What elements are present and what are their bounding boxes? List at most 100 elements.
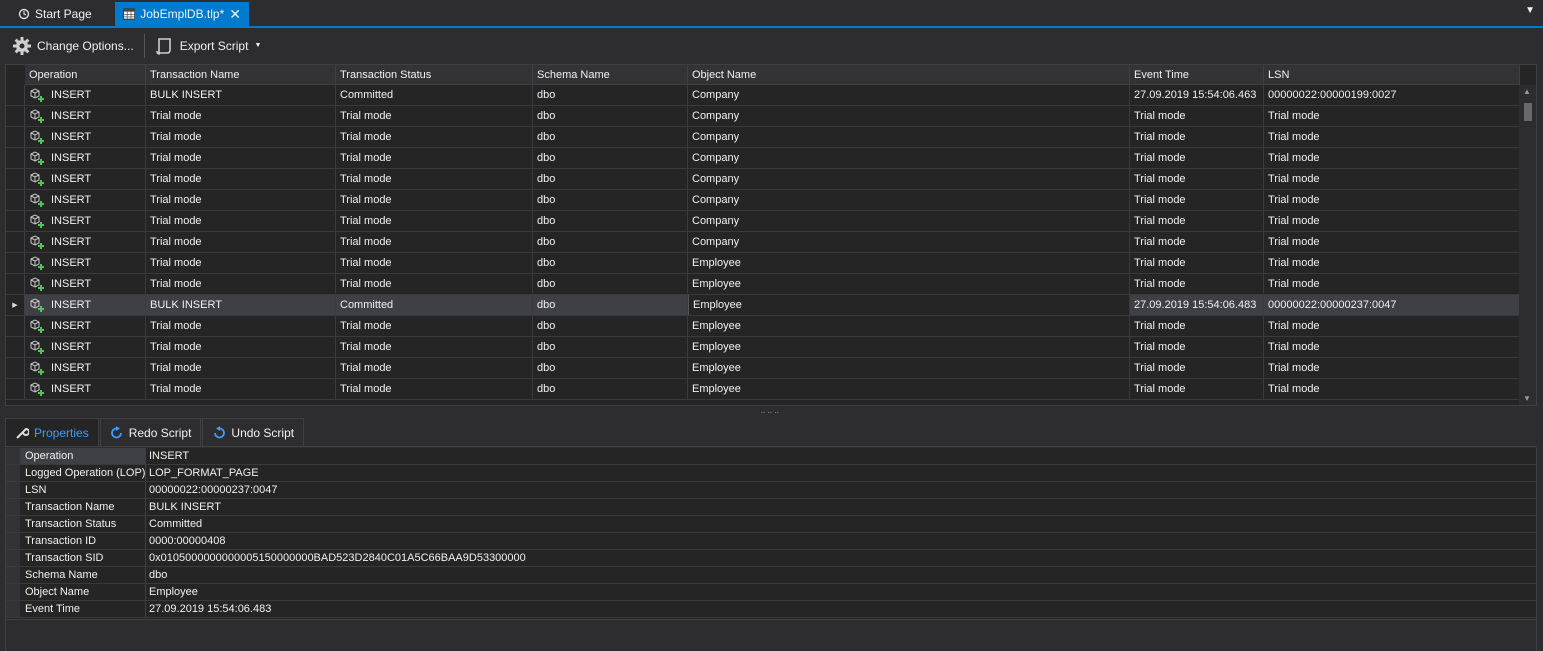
- property-row[interactable]: Transaction Status Committed: [6, 516, 1536, 533]
- cell-schema-name[interactable]: dbo: [533, 169, 688, 189]
- cell-operation[interactable]: INSERT: [25, 169, 146, 189]
- cell-object-name[interactable]: Company: [688, 169, 1130, 189]
- cell-lsn[interactable]: Trial mode: [1264, 358, 1520, 378]
- export-script-button[interactable]: Export Script ▼: [149, 32, 268, 60]
- tab-undo-script[interactable]: Undo Script: [202, 418, 305, 447]
- cell-object-name[interactable]: Employee: [688, 358, 1130, 378]
- table-row[interactable]: ▶ INSERT BULK INSERT Committed dbo Employee 27…: [6, 295, 1520, 316]
- table-row[interactable]: INSERT Trial mode Trial mode dbo Employee Tri…: [6, 358, 1520, 379]
- cell-lsn[interactable]: Trial mode: [1264, 169, 1520, 189]
- cell-event-time[interactable]: 27.09.2019 15:54:06.463: [1130, 85, 1264, 105]
- cell-transaction-name[interactable]: Trial mode: [146, 211, 336, 231]
- cell-event-time[interactable]: 27.09.2019 15:54:06.483: [1130, 295, 1264, 315]
- cell-transaction-status[interactable]: Trial mode: [336, 253, 533, 273]
- cell-transaction-name[interactable]: Trial mode: [146, 379, 336, 399]
- cell-transaction-name[interactable]: Trial mode: [146, 106, 336, 126]
- cell-event-time[interactable]: Trial mode: [1130, 148, 1264, 168]
- cell-transaction-status[interactable]: Trial mode: [336, 337, 533, 357]
- cell-lsn[interactable]: 00000022:00000199:0027: [1264, 85, 1520, 105]
- cell-schema-name[interactable]: dbo: [533, 358, 688, 378]
- cell-object-name[interactable]: Company: [688, 190, 1130, 210]
- tab-redo-script[interactable]: Redo Script: [99, 418, 202, 447]
- row-indicator[interactable]: [6, 379, 25, 399]
- cell-schema-name[interactable]: dbo: [533, 190, 688, 210]
- cell-event-time[interactable]: Trial mode: [1130, 106, 1264, 126]
- cell-event-time[interactable]: Trial mode: [1130, 232, 1264, 252]
- cell-transaction-status[interactable]: Committed: [336, 295, 533, 315]
- row-indicator[interactable]: [6, 127, 25, 147]
- table-row[interactable]: INSERT Trial mode Trial mode dbo Company Tria…: [6, 169, 1520, 190]
- property-row[interactable]: LSN 00000022:00000237:0047: [6, 482, 1536, 499]
- row-indicator[interactable]: [6, 358, 25, 378]
- row-selected-indicator-icon[interactable]: ▶: [6, 295, 25, 315]
- table-row[interactable]: INSERT Trial mode Trial mode dbo Company Tria…: [6, 190, 1520, 211]
- cell-schema-name[interactable]: dbo: [533, 232, 688, 252]
- cell-lsn[interactable]: Trial mode: [1264, 337, 1520, 357]
- column-header-object-name[interactable]: Object Name: [688, 65, 1130, 84]
- table-row[interactable]: INSERT Trial mode Trial mode dbo Company Tria…: [6, 232, 1520, 253]
- cell-transaction-status[interactable]: Trial mode: [336, 190, 533, 210]
- cell-lsn[interactable]: Trial mode: [1264, 379, 1520, 399]
- change-options-button[interactable]: Change Options...: [6, 32, 140, 60]
- cell-transaction-status[interactable]: Trial mode: [336, 127, 533, 147]
- cell-event-time[interactable]: Trial mode: [1130, 169, 1264, 189]
- cell-event-time[interactable]: Trial mode: [1130, 253, 1264, 273]
- cell-operation[interactable]: INSERT: [25, 127, 146, 147]
- cell-transaction-name[interactable]: Trial mode: [146, 169, 336, 189]
- cell-object-name[interactable]: Employee: [688, 337, 1130, 357]
- cell-schema-name[interactable]: dbo: [533, 253, 688, 273]
- cell-operation[interactable]: INSERT: [25, 85, 146, 105]
- row-indicator[interactable]: [6, 316, 25, 336]
- row-indicator[interactable]: [6, 232, 25, 252]
- cell-schema-name[interactable]: dbo: [533, 85, 688, 105]
- cell-lsn[interactable]: Trial mode: [1264, 127, 1520, 147]
- cell-event-time[interactable]: Trial mode: [1130, 379, 1264, 399]
- cell-transaction-status[interactable]: Trial mode: [336, 274, 533, 294]
- cell-transaction-status[interactable]: Trial mode: [336, 358, 533, 378]
- column-header-transaction-status[interactable]: Transaction Status: [336, 65, 533, 84]
- cell-transaction-status[interactable]: Trial mode: [336, 232, 533, 252]
- cell-operation[interactable]: INSERT: [25, 337, 146, 357]
- cell-event-time[interactable]: Trial mode: [1130, 316, 1264, 336]
- cell-lsn[interactable]: Trial mode: [1264, 190, 1520, 210]
- property-row[interactable]: Schema Name dbo: [6, 567, 1536, 584]
- cell-transaction-status[interactable]: Trial mode: [336, 148, 533, 168]
- property-row[interactable]: Operation INSERT: [6, 448, 1536, 465]
- cell-transaction-status[interactable]: Trial mode: [336, 379, 533, 399]
- cell-operation[interactable]: INSERT: [25, 211, 146, 231]
- cell-transaction-name[interactable]: Trial mode: [146, 190, 336, 210]
- cell-object-name[interactable]: Employee: [688, 379, 1130, 399]
- cell-transaction-status[interactable]: Trial mode: [336, 169, 533, 189]
- cell-transaction-name[interactable]: Trial mode: [146, 316, 336, 336]
- cell-operation[interactable]: INSERT: [25, 232, 146, 252]
- row-indicator[interactable]: [6, 106, 25, 126]
- row-indicator[interactable]: [6, 85, 25, 105]
- cell-object-name[interactable]: Company: [688, 148, 1130, 168]
- cell-schema-name[interactable]: dbo: [533, 295, 688, 315]
- property-value[interactable]: 00000022:00000237:0047: [146, 482, 1536, 498]
- cell-lsn[interactable]: 00000022:00000237:0047: [1264, 295, 1520, 315]
- property-value[interactable]: 27.09.2019 15:54:06.483: [146, 601, 1536, 617]
- property-value[interactable]: Employee: [146, 584, 1536, 600]
- property-value[interactable]: INSERT: [146, 448, 1536, 464]
- cell-lsn[interactable]: Trial mode: [1264, 232, 1520, 252]
- cell-transaction-name[interactable]: Trial mode: [146, 232, 336, 252]
- table-row[interactable]: INSERT Trial mode Trial mode dbo Employee Tri…: [6, 274, 1520, 295]
- cell-lsn[interactable]: Trial mode: [1264, 316, 1520, 336]
- column-header-lsn[interactable]: LSN: [1264, 65, 1520, 84]
- property-value[interactable]: 0000:00000408: [146, 533, 1536, 549]
- cell-object-name[interactable]: Company: [688, 211, 1130, 231]
- property-row[interactable]: Transaction ID 0000:00000408: [6, 533, 1536, 550]
- cell-transaction-status[interactable]: Committed: [336, 85, 533, 105]
- scroll-up-arrow-icon[interactable]: ▲: [1523, 87, 1531, 96]
- row-indicator[interactable]: [6, 169, 25, 189]
- column-header-operation[interactable]: Operation: [25, 65, 146, 84]
- property-row[interactable]: Event Time 27.09.2019 15:54:06.483: [6, 601, 1536, 618]
- cell-operation[interactable]: INSERT: [25, 274, 146, 294]
- cell-operation[interactable]: INSERT: [25, 190, 146, 210]
- property-row[interactable]: Logged Operation (LOP) LOP_FORMAT_PAGE: [6, 465, 1536, 482]
- row-indicator[interactable]: [6, 211, 25, 231]
- cell-schema-name[interactable]: dbo: [533, 274, 688, 294]
- table-row[interactable]: INSERT Trial mode Trial mode dbo Company Tria…: [6, 148, 1520, 169]
- cell-transaction-name[interactable]: Trial mode: [146, 148, 336, 168]
